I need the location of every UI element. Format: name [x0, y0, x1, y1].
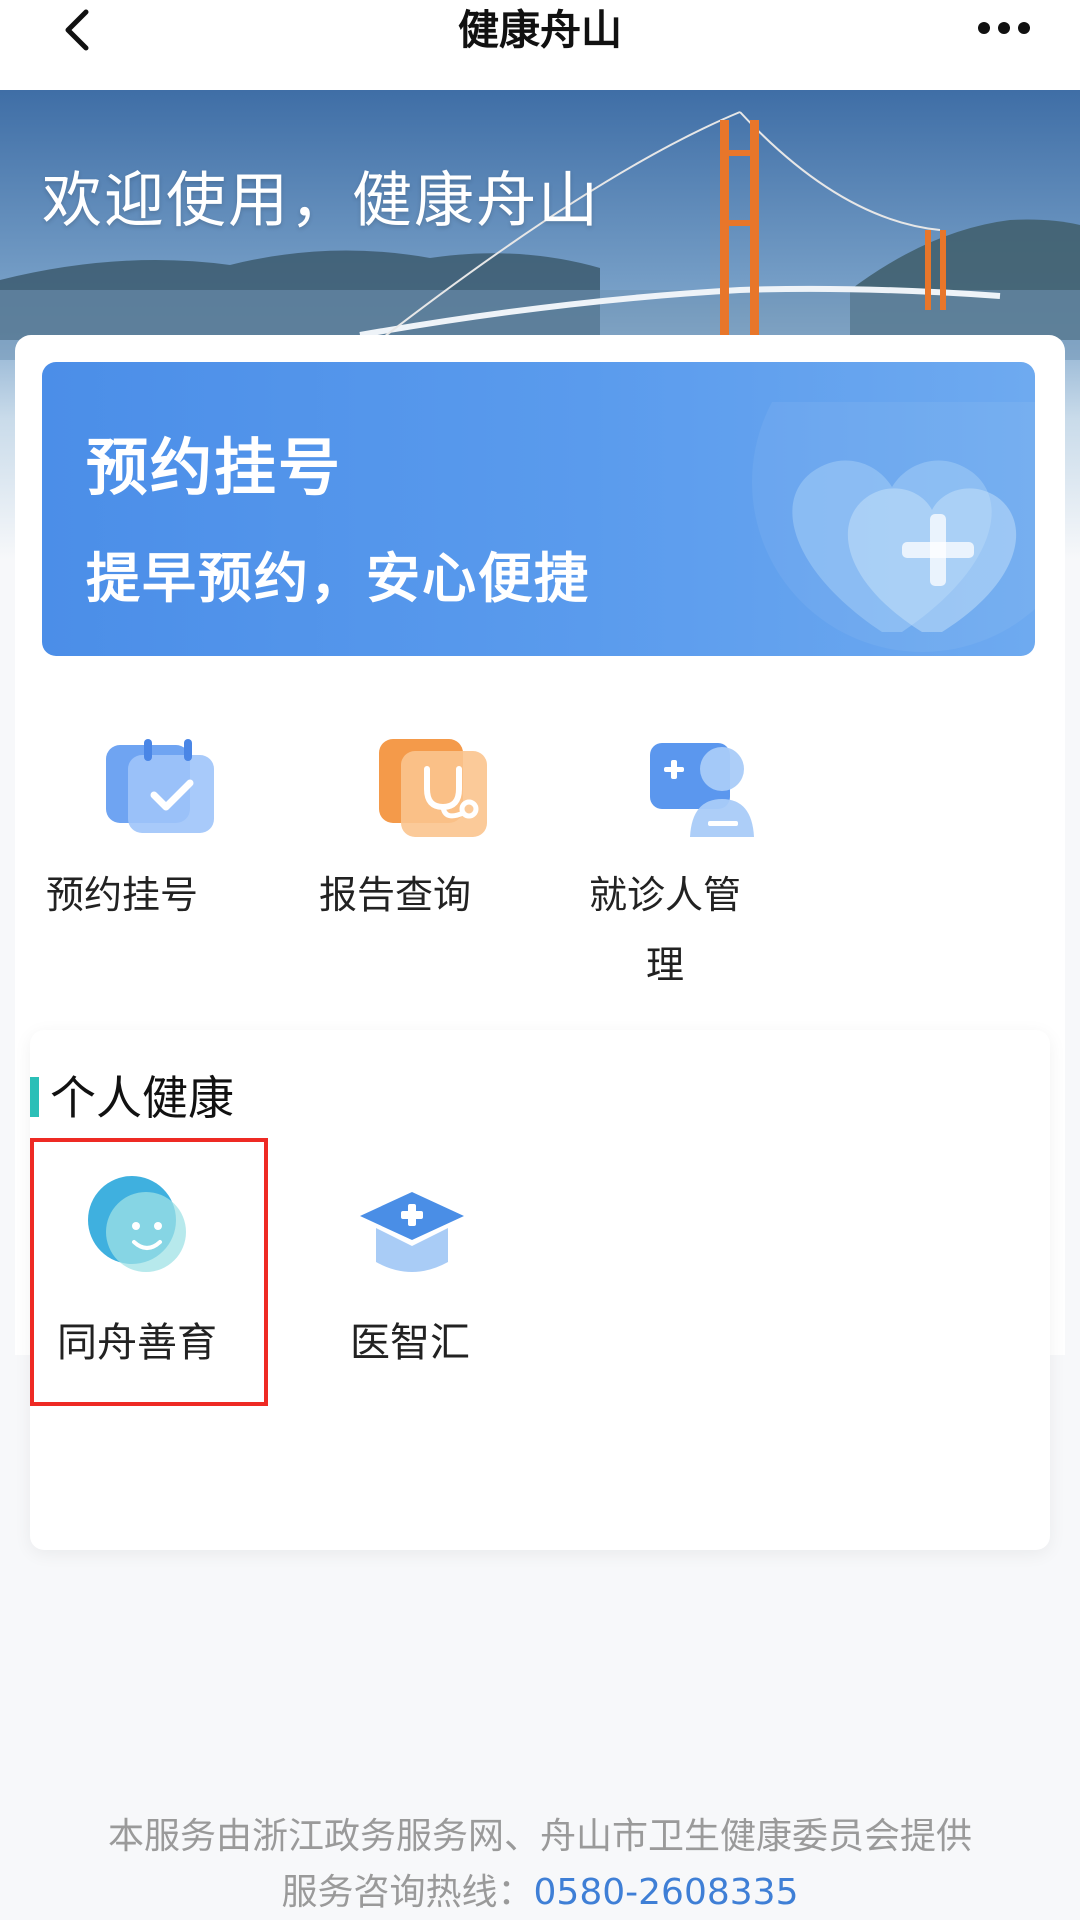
yizhihui-label[interactable]: 医智汇 — [310, 1315, 510, 1371]
personal-health-title: 个人健康 — [50, 1071, 234, 1125]
page-title: 健康舟山 — [458, 6, 622, 54]
calendar-check-icon[interactable] — [60, 725, 260, 845]
more-dots-icon[interactable] — [976, 16, 1032, 40]
highlight-box — [30, 1138, 268, 1406]
stethoscope-icon[interactable] — [335, 725, 535, 845]
footer-hotline: 服务咨询热线：0580-2608335 — [0, 1866, 1080, 1920]
service-patient-label-line1: 就诊人管 — [588, 873, 741, 917]
service-patient-label-line2: 理 — [645, 943, 684, 987]
appointment-title: 预约挂号 — [86, 431, 343, 504]
section-accent-bar — [30, 1077, 39, 1117]
service-report-label[interactable]: 报告查询 — [295, 860, 495, 930]
hotline-label: 服务咨询热线： — [281, 1872, 534, 1913]
service-patient-label[interactable]: 就诊人管 理 — [565, 860, 765, 1000]
patient-manage-icon[interactable] — [606, 725, 806, 845]
footer-provider-text: 本服务由浙江政务服务网、舟山市卫生健康委员会提供 — [107, 1816, 972, 1857]
service-appointment-label[interactable]: 预约挂号 — [22, 860, 222, 930]
graduation-cap-icon[interactable] — [350, 1170, 470, 1290]
appointment-subtitle: 提早预约，安心便捷 — [86, 547, 590, 610]
nav-bar: 健康舟山 — [0, 0, 1080, 90]
welcome-text: 欢迎使用，健康舟山 — [42, 166, 600, 236]
hotline-number-link[interactable]: 0580-2608335 — [534, 1872, 799, 1913]
heart-plus-icon — [752, 402, 1035, 652]
appointment-card[interactable]: 预约挂号 提早预约，安心便捷 — [42, 362, 1035, 656]
